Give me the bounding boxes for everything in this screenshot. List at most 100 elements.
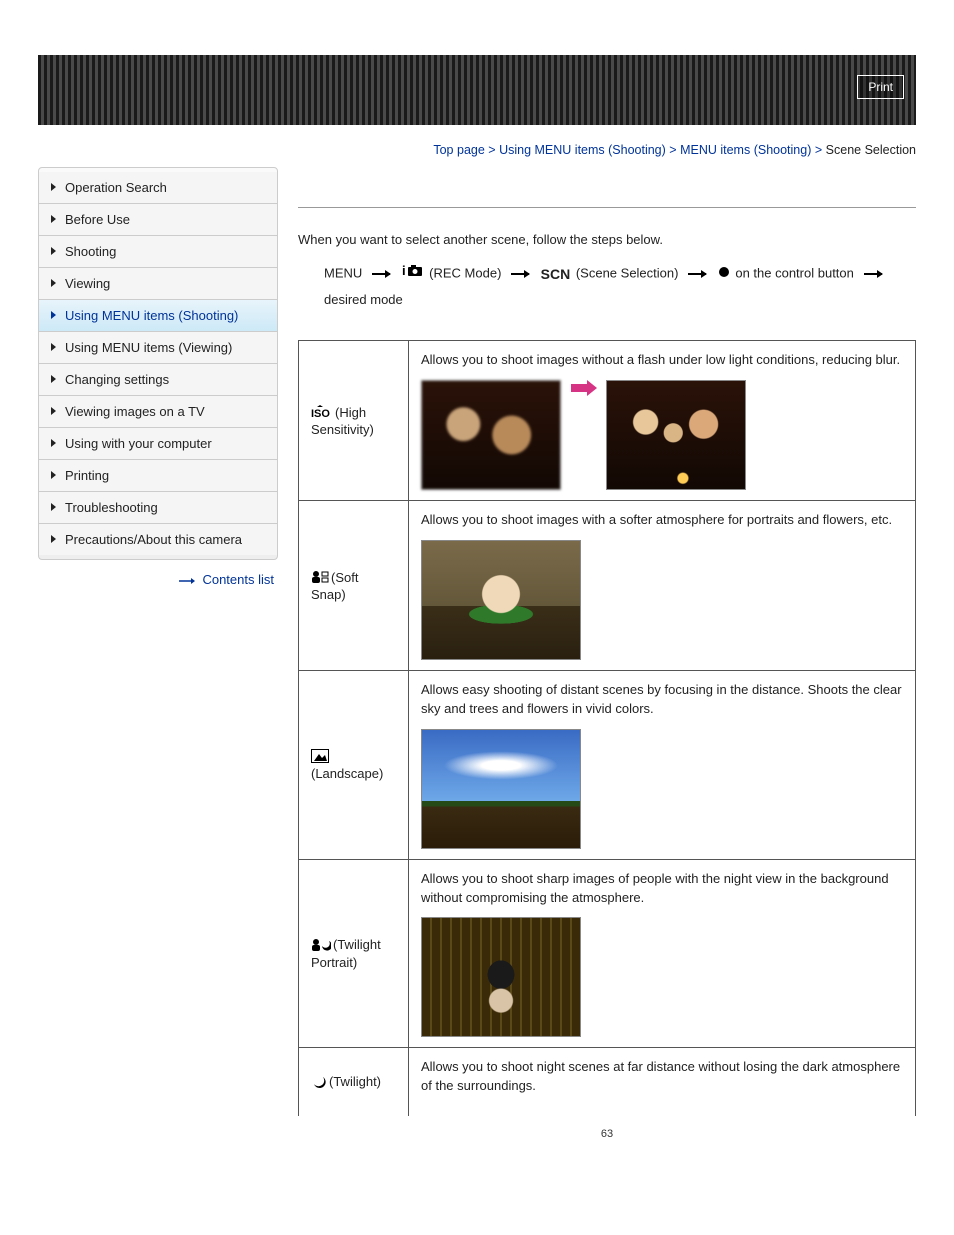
caret-right-icon xyxy=(51,183,56,191)
table-row: (Twilight) Allows you to shoot night sce… xyxy=(299,1048,916,1116)
page-number: 63 xyxy=(298,1128,916,1140)
table-row: (Twilight Portrait) Allows you to shoot … xyxy=(299,859,916,1048)
scn-icon: SCN xyxy=(541,266,571,282)
breadcrumb-l1[interactable]: Using MENU items (Shooting) xyxy=(499,143,666,157)
scene-description: Allows you to shoot night scenes at far … xyxy=(421,1058,903,1096)
sidebar-item-using-computer[interactable]: Using with your computer xyxy=(39,428,277,460)
arrow-right-icon xyxy=(864,273,882,275)
sidebar-item-label: Precautions/About this camera xyxy=(65,532,242,547)
breadcrumb-sep: > xyxy=(669,143,676,157)
twilight-portrait-icon xyxy=(311,938,331,955)
scene-name: (Landscape) xyxy=(311,766,383,781)
main-content: When you want to select another scene, f… xyxy=(298,167,916,1140)
sidebar-item-changing-settings[interactable]: Changing settings xyxy=(39,364,277,396)
contents-list-link[interactable]: Contents list xyxy=(202,572,274,587)
sidebar-item-label: Using with your computer xyxy=(65,436,212,451)
breadcrumb-top[interactable]: Top page xyxy=(433,143,484,157)
sidebar-item-viewing-tv[interactable]: Viewing images on a TV xyxy=(39,396,277,428)
table-row: ISO (High Sensitivity) Allows you to sho… xyxy=(299,341,916,501)
sample-image xyxy=(421,540,581,660)
scene-label-cell: (Twilight) xyxy=(299,1048,409,1116)
caret-right-icon xyxy=(51,503,56,511)
arrow-right-icon xyxy=(372,273,390,275)
menu-path-steps: MENU i (REC Mode) SCN (Scene Selection) … xyxy=(324,261,916,312)
scene-label-cell: (Twilight Portrait) xyxy=(299,859,409,1048)
arrow-right-icon xyxy=(511,273,529,275)
caret-right-icon xyxy=(51,343,56,351)
scene-desc-cell: Allows easy shooting of distant scenes b… xyxy=(409,670,916,859)
sample-image-before xyxy=(421,380,561,490)
scene-table: ISO (High Sensitivity) Allows you to sho… xyxy=(298,340,916,1116)
sidebar-item-troubleshooting[interactable]: Troubleshooting xyxy=(39,492,277,524)
breadcrumb-sep: > xyxy=(488,143,495,157)
camera-auto-icon: i xyxy=(402,262,424,287)
svg-text:i: i xyxy=(402,264,406,278)
scene-desc-cell: Allows you to shoot night scenes at far … xyxy=(409,1048,916,1116)
scene-label-cell: ISO (High Sensitivity) xyxy=(299,341,409,501)
step-control-button: on the control button xyxy=(735,266,854,281)
scene-description: Allows you to shoot sharp images of peop… xyxy=(421,870,903,908)
caret-right-icon xyxy=(51,439,56,447)
intro-text: When you want to select another scene, f… xyxy=(298,232,916,247)
breadcrumb: Top page > Using MENU items (Shooting) >… xyxy=(38,143,916,157)
svg-text:ISO: ISO xyxy=(311,408,330,419)
caret-right-icon xyxy=(51,311,56,319)
sidebar-item-menu-viewing[interactable]: Using MENU items (Viewing) xyxy=(39,332,277,364)
header-banner: Print xyxy=(38,55,916,125)
caret-right-icon xyxy=(51,279,56,287)
sidebar-item-menu-shooting[interactable]: Using MENU items (Shooting) xyxy=(39,300,277,332)
iso-icon: ISO xyxy=(311,405,333,422)
arrow-right-icon xyxy=(688,273,706,275)
softsnap-icon xyxy=(311,570,329,587)
caret-right-icon xyxy=(51,535,56,543)
sidebar-item-label: Using MENU items (Viewing) xyxy=(65,340,232,355)
scene-label-cell: (Landscape) xyxy=(299,670,409,859)
center-button-icon xyxy=(718,266,734,281)
divider xyxy=(298,207,916,208)
sidebar-item-label: Before Use xyxy=(65,212,130,227)
sidebar-item-label: Shooting xyxy=(65,244,116,259)
sidebar-item-label: Operation Search xyxy=(65,180,167,195)
caret-right-icon xyxy=(51,247,56,255)
scene-desc-cell: Allows you to shoot images with a softer… xyxy=(409,501,916,671)
sidebar-item-before-use[interactable]: Before Use xyxy=(39,204,277,236)
breadcrumb-sep: > xyxy=(815,143,822,157)
caret-right-icon xyxy=(51,471,56,479)
sidebar-item-label: Changing settings xyxy=(65,372,169,387)
contents-list-link-row: Contents list xyxy=(38,572,274,588)
sidebar-item-label: Using MENU items (Shooting) xyxy=(65,308,238,323)
table-row: (Soft Snap) Allows you to shoot images w… xyxy=(299,501,916,671)
scene-description: Allows easy shooting of distant scenes b… xyxy=(421,681,903,719)
sidebar-item-label: Printing xyxy=(65,468,109,483)
step-desired-mode: desired mode xyxy=(324,292,403,307)
landscape-icon xyxy=(311,749,329,766)
sidebar-item-printing[interactable]: Printing xyxy=(39,460,277,492)
print-button[interactable]: Print xyxy=(857,75,904,99)
sample-image-after xyxy=(606,380,746,490)
sidebar-item-label: Viewing images on a TV xyxy=(65,404,205,419)
sidebar-item-operation-search[interactable]: Operation Search xyxy=(39,172,277,204)
transition-arrow-icon xyxy=(571,380,597,399)
table-row: (Landscape) Allows easy shooting of dist… xyxy=(299,670,916,859)
scene-description: Allows you to shoot images without a fla… xyxy=(421,351,903,370)
step-menu: MENU xyxy=(324,266,362,281)
breadcrumb-l2[interactable]: MENU items (Shooting) xyxy=(680,143,811,157)
arrow-right-icon xyxy=(179,573,195,588)
sample-image xyxy=(421,917,581,1037)
sidebar-item-shooting[interactable]: Shooting xyxy=(39,236,277,268)
scene-description: Allows you to shoot images with a softer… xyxy=(421,511,903,530)
sidebar-column: Operation Search Before Use Shooting Vie… xyxy=(38,167,278,588)
sidebar-item-viewing[interactable]: Viewing xyxy=(39,268,277,300)
sidebar-item-precautions[interactable]: Precautions/About this camera xyxy=(39,524,277,555)
twilight-icon xyxy=(311,1074,327,1091)
sidebar-item-label: Troubleshooting xyxy=(65,500,158,515)
scene-label-cell: (Soft Snap) xyxy=(299,501,409,671)
scene-desc-cell: Allows you to shoot sharp images of peop… xyxy=(409,859,916,1048)
breadcrumb-current: Scene Selection xyxy=(826,143,916,157)
step-scene-selection: (Scene Selection) xyxy=(576,266,679,281)
caret-right-icon xyxy=(51,375,56,383)
caret-right-icon xyxy=(51,215,56,223)
step-rec-mode: (REC Mode) xyxy=(429,266,501,281)
scene-name: (Twilight) xyxy=(329,1074,381,1089)
sample-image xyxy=(421,729,581,849)
